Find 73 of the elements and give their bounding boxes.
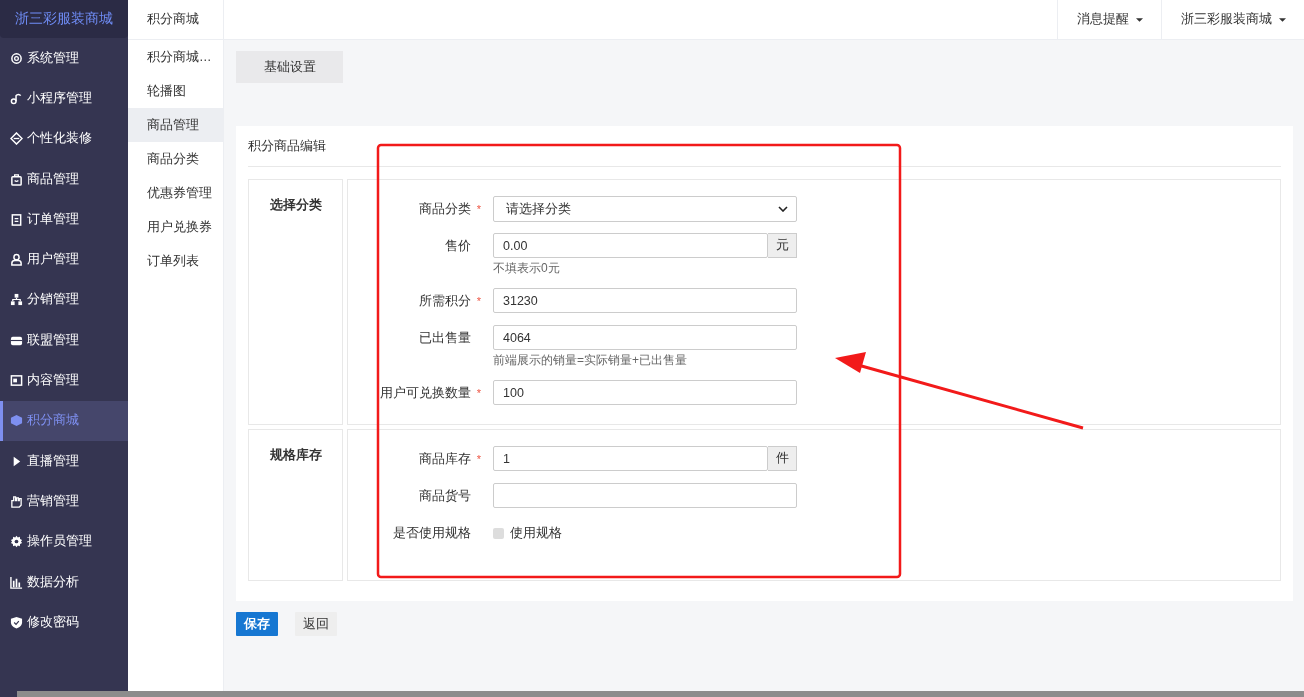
clipboard-icon xyxy=(10,212,23,226)
tab[interactable]: 基础设置 xyxy=(236,51,343,83)
required-mark: * xyxy=(475,453,481,465)
user-icon xyxy=(10,253,23,267)
field-label: 商品分类 xyxy=(419,200,471,218)
unit-addon: 件 xyxy=(768,446,797,471)
sidebar-item[interactable]: 用户管理 xyxy=(0,239,128,280)
save-button[interactable]: 保存 xyxy=(236,612,278,636)
submenu-item[interactable]: 商品管理 xyxy=(128,108,223,142)
field-label: 是否使用规格 xyxy=(393,524,471,542)
input-field[interactable]: 100 xyxy=(493,380,797,405)
required-mark: * xyxy=(475,203,481,215)
input-field[interactable]: 1 xyxy=(493,446,768,471)
sidebar-item[interactable]: 分销管理 xyxy=(0,279,128,321)
field-hint: 前端展示的销量=实际销量+已出售量 xyxy=(493,352,688,369)
dropdown-menu[interactable]: 浙三彩服装商城 xyxy=(1161,0,1304,39)
input-field[interactable]: 0.00 xyxy=(493,233,768,258)
field-label: 商品库存 xyxy=(419,450,471,468)
sidebar-item[interactable]: 直播管理 xyxy=(0,440,128,482)
caret-icon xyxy=(1279,17,1286,22)
brand-title: 浙三彩服装商城 xyxy=(0,0,128,38)
input-field[interactable]: 31230 xyxy=(493,288,797,313)
submenu-item[interactable]: 积分商城… xyxy=(128,40,223,74)
field-label: 已出售量 xyxy=(419,329,471,347)
back-button[interactable]: 返回 xyxy=(295,612,337,636)
bag-icon xyxy=(10,172,23,186)
submenu-item[interactable]: 用户兑换券 xyxy=(128,210,223,244)
field-label: 售价 xyxy=(445,237,471,255)
sidebar-item[interactable]: 数据分析 xyxy=(0,561,128,603)
required-mark: * xyxy=(475,295,481,307)
select-field[interactable]: 请选择分类 xyxy=(493,196,797,222)
sidebar-item[interactable]: 个性化装修 xyxy=(0,118,128,159)
sidebar-item[interactable]: 系统管理 xyxy=(0,38,128,79)
submenu-item[interactable]: 订单列表 xyxy=(128,244,223,278)
settings-icon xyxy=(10,535,23,549)
field-hint: 不填表示0元 xyxy=(493,260,561,277)
unit-addon: 元 xyxy=(768,233,797,258)
layout-icon xyxy=(10,374,23,387)
dropdown-menu[interactable]: 消息提醒 xyxy=(1057,0,1161,39)
hand-icon xyxy=(10,494,23,508)
section-title: 规格库存 xyxy=(269,448,322,462)
sidebar-item[interactable]: 操作员管理 xyxy=(0,521,128,562)
sidebar-item[interactable]: 小程序管理 xyxy=(0,78,128,119)
note-icon xyxy=(10,91,23,105)
submenu-item[interactable]: 优惠券管理 xyxy=(128,176,223,210)
bar-chart-icon xyxy=(10,575,23,589)
field-label: 用户可兑换数量 xyxy=(380,384,471,402)
cube-icon xyxy=(10,414,23,428)
sidebar-item[interactable]: 商品管理 xyxy=(0,158,128,200)
section-title: 选择分类 xyxy=(269,198,322,212)
sidebar-item[interactable]: 营销管理 xyxy=(0,481,128,522)
horizontal-scrollbar[interactable] xyxy=(17,691,1304,697)
sidebar-item[interactable]: 订单管理 xyxy=(0,199,128,240)
submenu-title: 积分商城 xyxy=(128,0,223,40)
diamond-icon xyxy=(10,132,23,146)
input-field[interactable]: 4064 xyxy=(493,325,797,350)
gear-icon xyxy=(10,51,23,65)
caret-icon xyxy=(1136,17,1143,22)
input-field[interactable] xyxy=(493,483,797,508)
submenu-item[interactable]: 商品分类 xyxy=(128,142,223,176)
field-label: 商品货号 xyxy=(419,487,471,505)
sidebar-item[interactable]: 联盟管理 xyxy=(0,320,128,361)
checkbox[interactable] xyxy=(493,527,504,539)
chevron-down-icon xyxy=(778,206,788,212)
field-label: 所需积分 xyxy=(419,292,471,310)
required-mark: * xyxy=(475,387,481,399)
sidebar-item[interactable]: 内容管理 xyxy=(0,360,128,401)
checkbox-label: 使用规格 xyxy=(510,524,562,542)
panel-title: 积分商品编辑 xyxy=(248,126,1281,167)
shield-icon xyxy=(10,615,23,629)
sidebar-item[interactable]: 修改密码 xyxy=(0,602,128,643)
submenu-item[interactable]: 轮播图 xyxy=(128,74,223,108)
hierarchy-icon xyxy=(10,293,23,307)
